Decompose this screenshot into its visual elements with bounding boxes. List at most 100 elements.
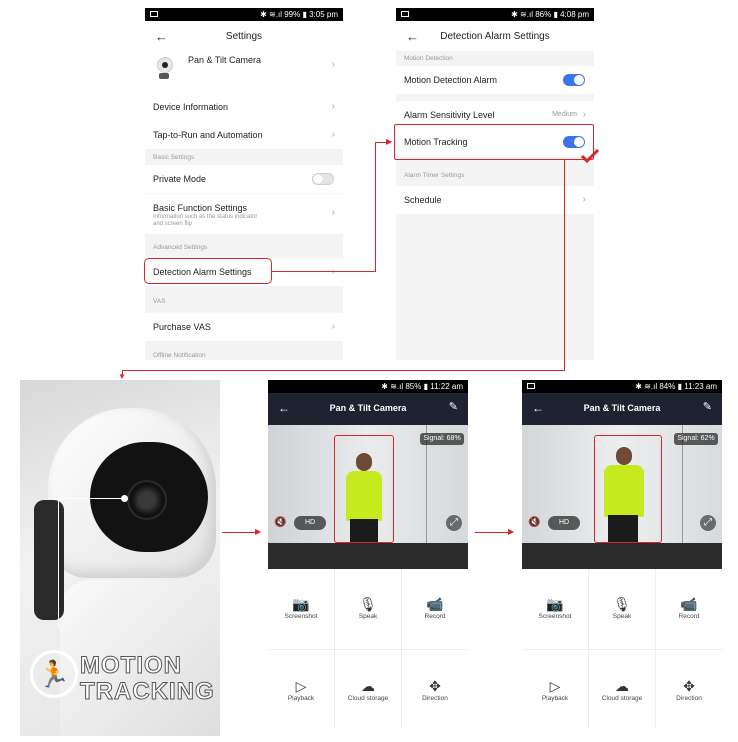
status-icons: ✱ ≋.ıl — [511, 10, 533, 19]
camera-view-screen-2: ✱ ≋.ıl 84% ▮ 11:23 am ← Pan & Tilt Camer… — [522, 380, 722, 736]
motion-detection-toggle[interactable] — [563, 74, 585, 86]
mute-icon[interactable]: 🔇 — [274, 517, 286, 528]
row-label: Device Information — [153, 102, 229, 112]
speak-button[interactable]: 🎙 Speak — [335, 595, 401, 620]
camera-photo: 🏃 MOTION TRACKING — [20, 380, 220, 736]
cloud-storage-button[interactable]: ☁ Cloud storage — [335, 677, 401, 702]
battery-level: 86% — [535, 10, 552, 19]
device-row[interactable]: Pan & Tilt Camera › — [145, 51, 343, 93]
pointer-line — [58, 498, 59, 628]
camera-view-screen-1: ✱ ≋.ıl 85% ▮ 11:22 am ← Pan & Tilt Camer… — [268, 380, 468, 736]
settings-screen: ✱ ≋.ıl 99% ▮ 3:05 pm ← Settings Pan & Ti… — [145, 8, 343, 360]
back-arrow-icon[interactable]: ← — [155, 29, 168, 44]
direction-icon: ✥ — [683, 678, 695, 694]
tap-to-run-row[interactable]: Tap-to-Run and Automation › — [145, 121, 343, 149]
row-label: Basic Function Settings — [153, 203, 248, 213]
video-bottom-bar — [522, 543, 722, 569]
direction-button[interactable]: ✥ Direction — [656, 677, 722, 702]
record-button[interactable]: 📹 Record — [656, 595, 722, 620]
speak-button[interactable]: 🎙 Speak — [589, 595, 655, 620]
camera-left-side — [34, 500, 64, 620]
hd-toggle[interactable]: HD — [294, 516, 326, 530]
row-label: Tap-to-Run and Automation — [153, 130, 263, 140]
battery-level: 85% — [405, 382, 422, 391]
gallery-icon — [527, 383, 535, 389]
status-time: 3:05 pm — [309, 10, 338, 19]
logo-line2: TRACKING — [80, 678, 215, 706]
connector-line — [375, 142, 376, 272]
controls-grid: 📷 Screenshot 🎙 Speak 📹 Record ▷ Playback ☁ Cl… — [522, 569, 722, 736]
section-header: Motion Detection — [404, 55, 453, 62]
camera-navbar: ← Pan & Tilt Camera ✎ — [522, 393, 722, 425]
status-time: 4:08 pm — [560, 10, 589, 19]
running-person-icon: 🏃 — [30, 650, 78, 698]
arrow-right-icon: ▶ — [508, 527, 515, 536]
cloud-icon: ☁ — [361, 678, 375, 694]
gallery-icon — [150, 11, 158, 17]
microphone-icon: 🎙 — [613, 596, 631, 612]
status-bar: ✱ ≋.ıl 86% ▮ 4:08 pm — [396, 8, 594, 21]
row-label: Schedule — [404, 195, 442, 205]
hd-toggle[interactable]: HD — [548, 516, 580, 530]
status-icons: ✱ ≋.ıl — [635, 382, 658, 391]
status-icons: ✱ ≋.ıl — [381, 382, 404, 391]
record-button[interactable]: 📹 Record — [402, 595, 468, 620]
purchase-vas-row[interactable]: Purchase VAS › — [145, 313, 343, 341]
status-bar: ✱ ≋.ıl 84% ▮ 11:23 am — [522, 380, 722, 393]
row-sublabel: and screen flip — [153, 221, 193, 227]
highlight-detection-alarm — [144, 258, 272, 284]
page-title: Pan & Tilt Camera — [329, 403, 407, 413]
gallery-icon — [401, 11, 409, 17]
arrow-right-icon: ▶ — [255, 527, 262, 536]
section-header: Offline Notification — [153, 352, 206, 359]
back-arrow-icon[interactable]: ← — [406, 29, 419, 44]
logo-line1: MOTION — [80, 652, 182, 680]
video-bottom-bar — [268, 543, 468, 569]
camera-icon: 📷 — [546, 596, 564, 612]
playback-button[interactable]: ▷ Playback — [522, 677, 588, 702]
direction-button[interactable]: ✥ Direction — [402, 677, 468, 702]
battery-level: 99% — [284, 10, 301, 19]
controls-grid: 📷 Screenshot 🎙 Speak 📹 Record ▷ Playback ☁ Cl… — [268, 569, 468, 736]
row-label: Motion Detection Alarm — [404, 75, 498, 85]
connector-line — [475, 532, 511, 533]
cloud-storage-button[interactable]: ☁ Cloud storage — [589, 677, 655, 702]
video-camera-icon: 📹 — [680, 596, 698, 612]
row-sublabel: Information such as the status indicator — [153, 214, 258, 220]
camera-navbar: ← Pan & Tilt Camera ✎ — [268, 393, 468, 425]
chevron-right-icon: › — [331, 207, 335, 218]
edit-icon[interactable]: ✎ — [449, 400, 458, 413]
status-bar: ✱ ≋.ıl 85% ▮ 11:22 am — [268, 380, 468, 393]
checkmark-icon — [580, 148, 600, 164]
private-mode-row: Private Mode — [145, 165, 343, 193]
edit-icon[interactable]: ✎ — [703, 400, 712, 413]
arrow-right-icon: ▶ — [386, 137, 393, 146]
connector-line — [564, 160, 565, 370]
chevron-right-icon: › — [331, 129, 335, 140]
basic-function-row[interactable]: Basic Function Settings Information such… — [145, 194, 343, 234]
section-header: Alarm Timer Settings — [404, 172, 465, 179]
playback-icon: ▷ — [549, 678, 561, 694]
direction-icon: ✥ — [429, 678, 441, 694]
motion-tracking-logo: 🏃 MOTION TRACKING — [26, 640, 216, 730]
fullscreen-icon[interactable]: ⤢ — [700, 515, 716, 531]
device-information-row[interactable]: Device Information › — [145, 93, 343, 121]
tracking-highlight — [334, 435, 394, 543]
chevron-right-icon: › — [331, 321, 335, 332]
pointer-line — [58, 498, 124, 499]
playback-button[interactable]: ▷ Playback — [268, 677, 334, 702]
camera-thumbnail-icon — [157, 57, 173, 73]
chevron-right-icon: › — [331, 59, 335, 70]
screenshot-button[interactable]: 📷 Screenshot — [522, 595, 588, 620]
fullscreen-icon[interactable]: ⤢ — [446, 515, 462, 531]
private-mode-toggle[interactable] — [312, 173, 334, 185]
connector-line — [222, 532, 258, 533]
status-time: 11:22 am — [430, 382, 463, 391]
page-title: Settings — [225, 30, 263, 42]
chevron-right-icon: › — [582, 194, 586, 205]
video-camera-icon: 📹 — [426, 596, 444, 612]
mute-icon[interactable]: 🔇 — [528, 517, 540, 528]
status-icons: ✱ ≋.ıl — [260, 10, 282, 19]
battery-icon: ▮ — [421, 382, 431, 391]
screenshot-button[interactable]: 📷 Screenshot — [268, 595, 334, 620]
